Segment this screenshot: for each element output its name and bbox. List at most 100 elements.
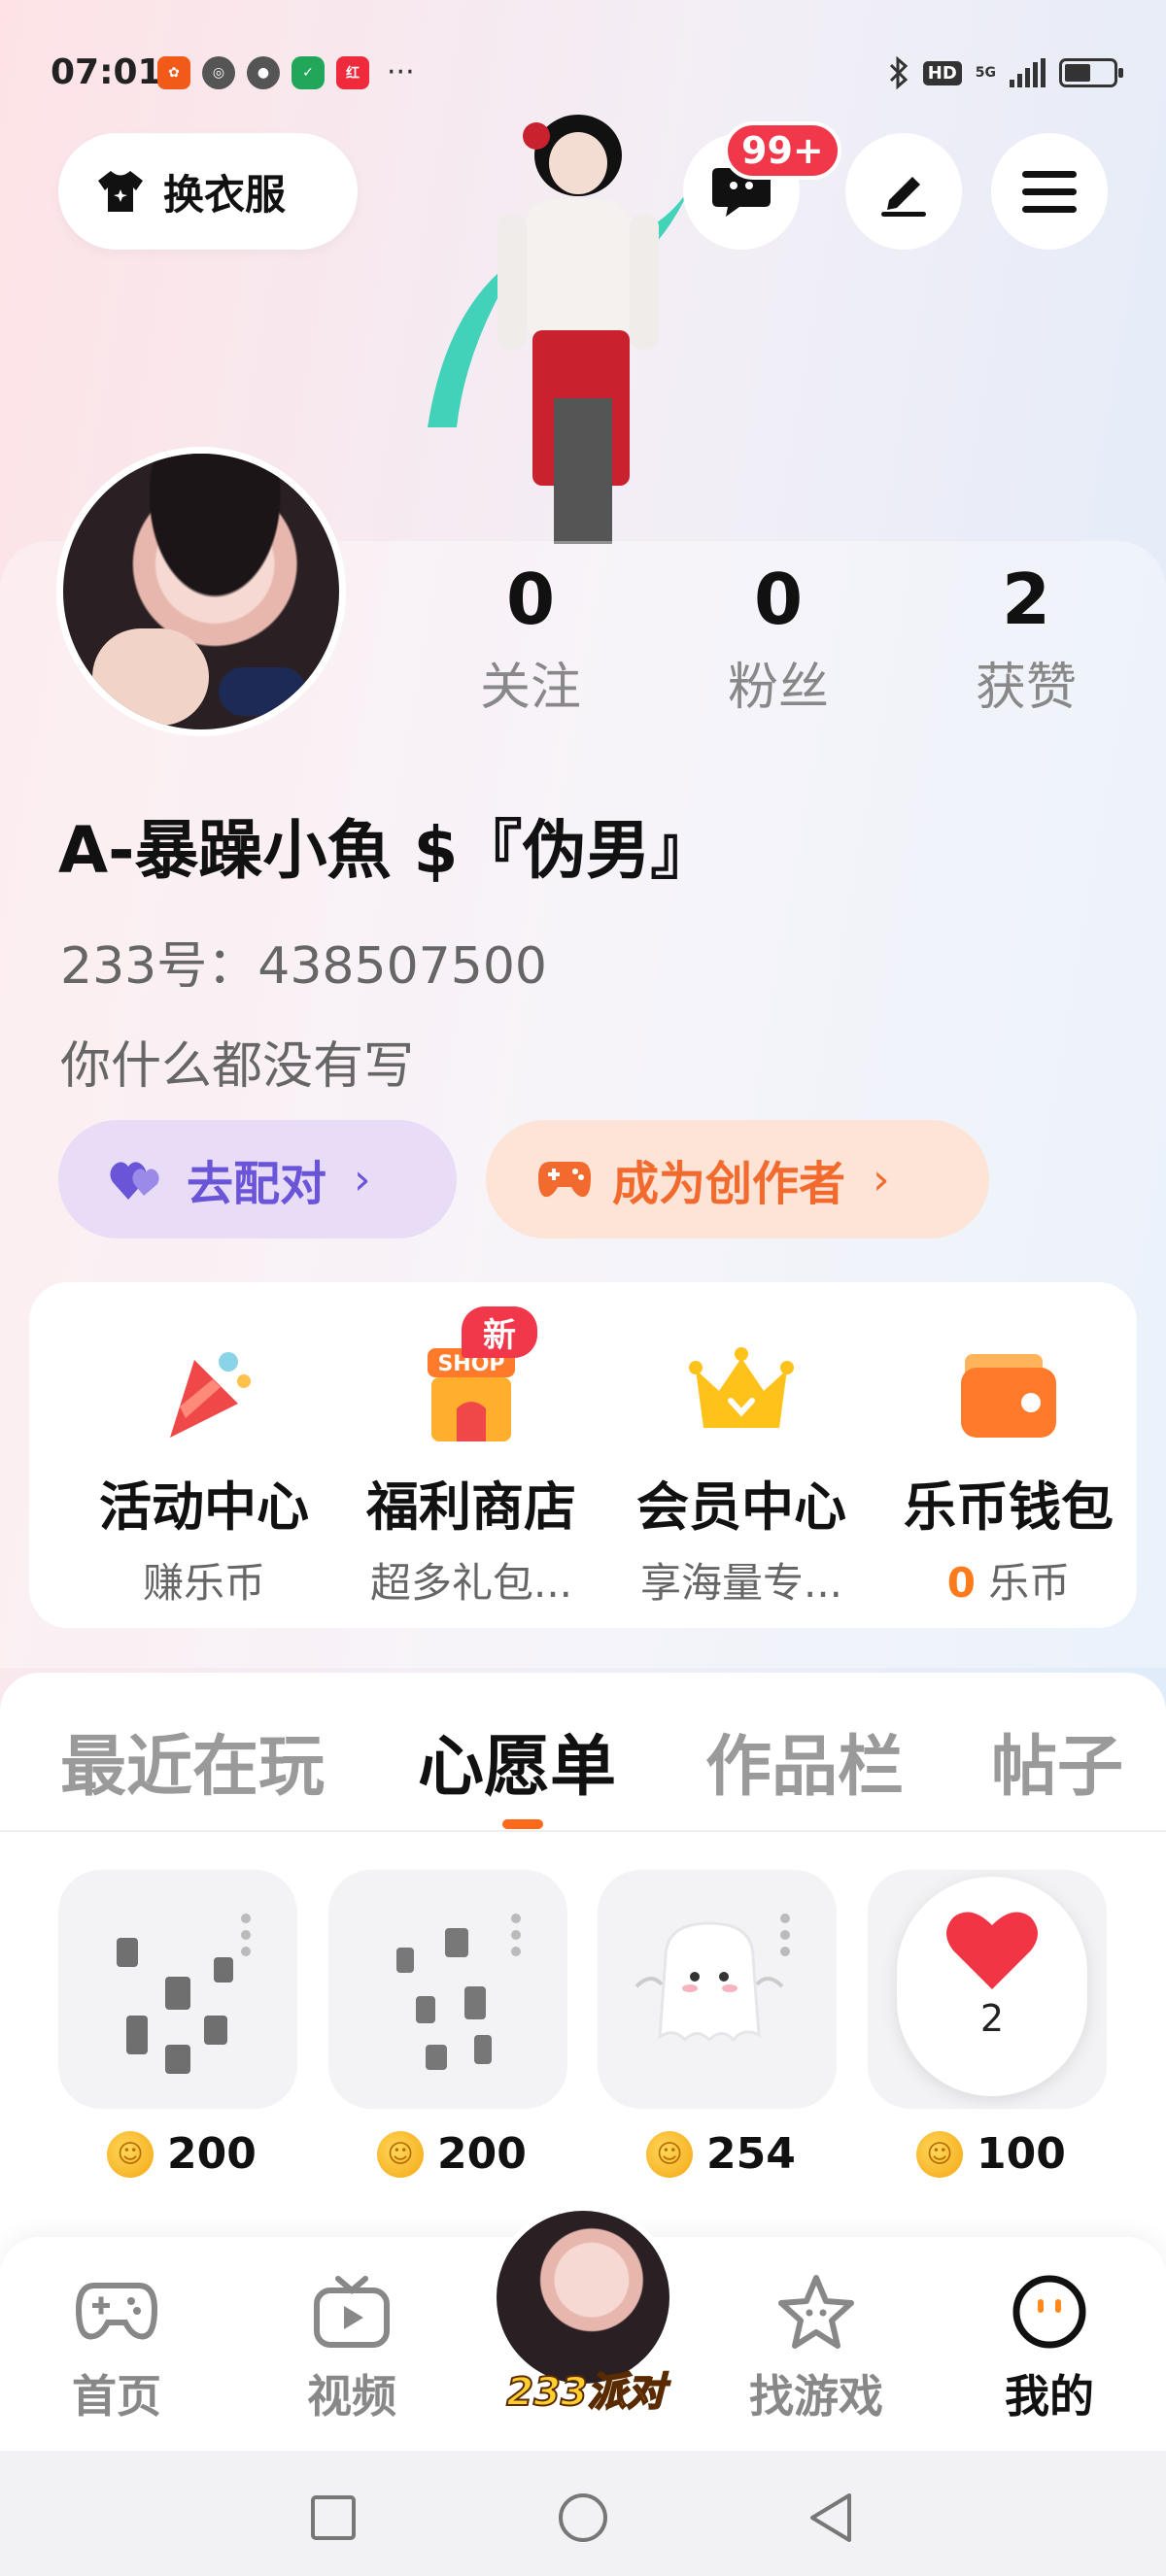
- stat-value: 2: [1001, 559, 1051, 640]
- service-subtitle: 赚乐币: [142, 1559, 265, 1607]
- stat-following[interactable]: 0 关注: [443, 559, 618, 719]
- gamepad-nav-icon: [73, 2268, 160, 2356]
- app-notification-icon: ✿: [157, 56, 190, 89]
- become-creator-button[interactable]: 成为创作者 ›: [486, 1120, 989, 1238]
- pair-label: 去配对: [187, 1157, 327, 1211]
- hd-icon: HD: [922, 60, 962, 85]
- tv-icon: [308, 2268, 395, 2356]
- menu-button[interactable]: [991, 133, 1108, 250]
- stat-followers[interactable]: 0 粉丝: [691, 559, 866, 719]
- stat-value: 0: [753, 559, 804, 640]
- service-title: 活动中心: [99, 1476, 309, 1538]
- tabs-divider: [0, 1830, 1166, 1832]
- user-bio[interactable]: 你什么都没有写: [60, 1025, 414, 1098]
- notification-icons: ✿ ◎ ● ✓ 红 ···: [157, 56, 415, 89]
- system-icons: HD 5G: [888, 56, 1123, 89]
- shield-notification-icon: ✓: [292, 56, 325, 89]
- wishlist-item[interactable]: [58, 1870, 297, 2109]
- xiaohongshu-notification-icon: 红: [336, 56, 369, 89]
- item-price: ☺ 254: [646, 2129, 796, 2179]
- bluetooth-icon: [889, 56, 908, 89]
- profile-face-icon: [1006, 2268, 1093, 2356]
- 3d-avatar-character[interactable]: [408, 107, 709, 544]
- coin-balance: 0: [946, 1559, 976, 1607]
- tab-recently-played[interactable]: 最近在玩: [60, 1712, 325, 1809]
- service-activity-center[interactable]: 活动中心 赚乐币: [83, 1282, 326, 1628]
- coin-icon: ☺: [916, 2130, 963, 2178]
- change-outfit-button[interactable]: 换衣服: [58, 133, 358, 250]
- item-thumbnail: [117, 1938, 233, 2074]
- nav-mine[interactable]: 我的: [952, 2268, 1147, 2425]
- network-type: 5G: [975, 65, 996, 81]
- service-member-center[interactable]: 会员中心 享海量专...: [620, 1282, 863, 1628]
- star-icon: [772, 2268, 860, 2356]
- party-label: 233派对: [505, 2369, 667, 2416]
- service-title: 福利商店: [366, 1476, 576, 1538]
- edit-profile-button[interactable]: [845, 133, 962, 250]
- chevron-right-icon: ›: [354, 1154, 371, 1204]
- pair-button[interactable]: 去配对 ›: [58, 1120, 457, 1238]
- service-subtitle: 享海量专...: [639, 1559, 843, 1607]
- tab-posts[interactable]: 帖子: [991, 1712, 1123, 1809]
- service-coin-wallet[interactable]: 乐币钱包 0 乐币: [887, 1282, 1130, 1628]
- recent-apps-icon[interactable]: [309, 2493, 358, 2542]
- item-thumbnail: [396, 1928, 492, 2070]
- service-subtitle: 0 乐币: [946, 1559, 1071, 1607]
- nav-label: 首页: [72, 2370, 161, 2423]
- chevron-right-icon: ›: [873, 1154, 890, 1204]
- tab-works[interactable]: 作品栏: [705, 1712, 904, 1809]
- more-options-icon[interactable]: [241, 1914, 251, 1956]
- stat-label: 获赞: [975, 659, 1077, 717]
- profile-avatar[interactable]: [56, 447, 346, 736]
- like-bubble[interactable]: 2: [897, 1877, 1087, 2096]
- wallet-icon: [950, 1336, 1067, 1452]
- wishlist-item[interactable]: [328, 1870, 567, 2109]
- hearts-icon: [110, 1162, 159, 1200]
- edit-pen-icon: [881, 177, 926, 217]
- back-triangle-icon[interactable]: [806, 2491, 855, 2544]
- more-options-icon[interactable]: [780, 1914, 790, 1956]
- nav-home[interactable]: 首页: [19, 2268, 214, 2425]
- notification-badge: 99+: [724, 121, 841, 180]
- home-circle-icon[interactable]: [557, 2491, 609, 2544]
- nav-label: 我的: [1005, 2370, 1094, 2423]
- coin-icon: ☺: [377, 2130, 424, 2178]
- stat-value: 0: [505, 559, 556, 640]
- like-count: 2: [979, 1997, 1005, 2040]
- services-card: 活动中心 赚乐币 SHOP 福利商店 超多礼包... 会员中心 享海量专...: [29, 1282, 1137, 1628]
- new-badge: 新: [462, 1306, 537, 1358]
- user-id[interactable]: 233号：438507500: [60, 925, 547, 998]
- wishlist-item[interactable]: [598, 1870, 837, 2109]
- crown-icon: [683, 1336, 800, 1452]
- battery-icon: [1059, 58, 1123, 87]
- item-price: ☺ 100: [916, 2129, 1066, 2179]
- status-time: 07:01: [51, 52, 162, 92]
- stat-label: 关注: [479, 659, 581, 717]
- tab-wishlist[interactable]: 心愿单: [418, 1712, 616, 1809]
- browser-notification-icon: ◎: [202, 56, 235, 89]
- gamepad-icon: [538, 1162, 591, 1198]
- signal-icon: [1010, 58, 1046, 87]
- more-notifications-icon: ···: [387, 55, 415, 89]
- stat-label: 粉丝: [727, 659, 829, 717]
- coin-icon: ☺: [107, 2130, 154, 2178]
- creator-label: 成为创作者: [612, 1157, 846, 1211]
- party-popper-icon: [146, 1336, 262, 1452]
- stat-likes[interactable]: 2 获赞: [939, 559, 1114, 719]
- chat-notification-icon: ●: [247, 56, 280, 89]
- ghost-thumbnail: [634, 1921, 784, 2043]
- active-tab-indicator: [502, 1819, 543, 1829]
- hamburger-menu-icon: [1022, 171, 1077, 213]
- service-title: 乐币钱包: [904, 1476, 1114, 1538]
- change-outfit-label: 换衣服: [163, 170, 287, 219]
- service-title: 会员中心: [636, 1476, 846, 1538]
- nav-label: 视频: [307, 2370, 396, 2423]
- system-navigation-bar: [0, 2451, 1166, 2576]
- tshirt-icon: [98, 171, 143, 212]
- username: A-暴躁小魚 $『伪男』: [58, 813, 715, 888]
- nav-video[interactable]: 视频: [255, 2268, 449, 2425]
- more-options-icon[interactable]: [511, 1914, 521, 1956]
- item-price: ☺ 200: [107, 2129, 257, 2179]
- nav-find-games[interactable]: 找游戏: [719, 2268, 913, 2425]
- coin-icon: ☺: [646, 2130, 693, 2178]
